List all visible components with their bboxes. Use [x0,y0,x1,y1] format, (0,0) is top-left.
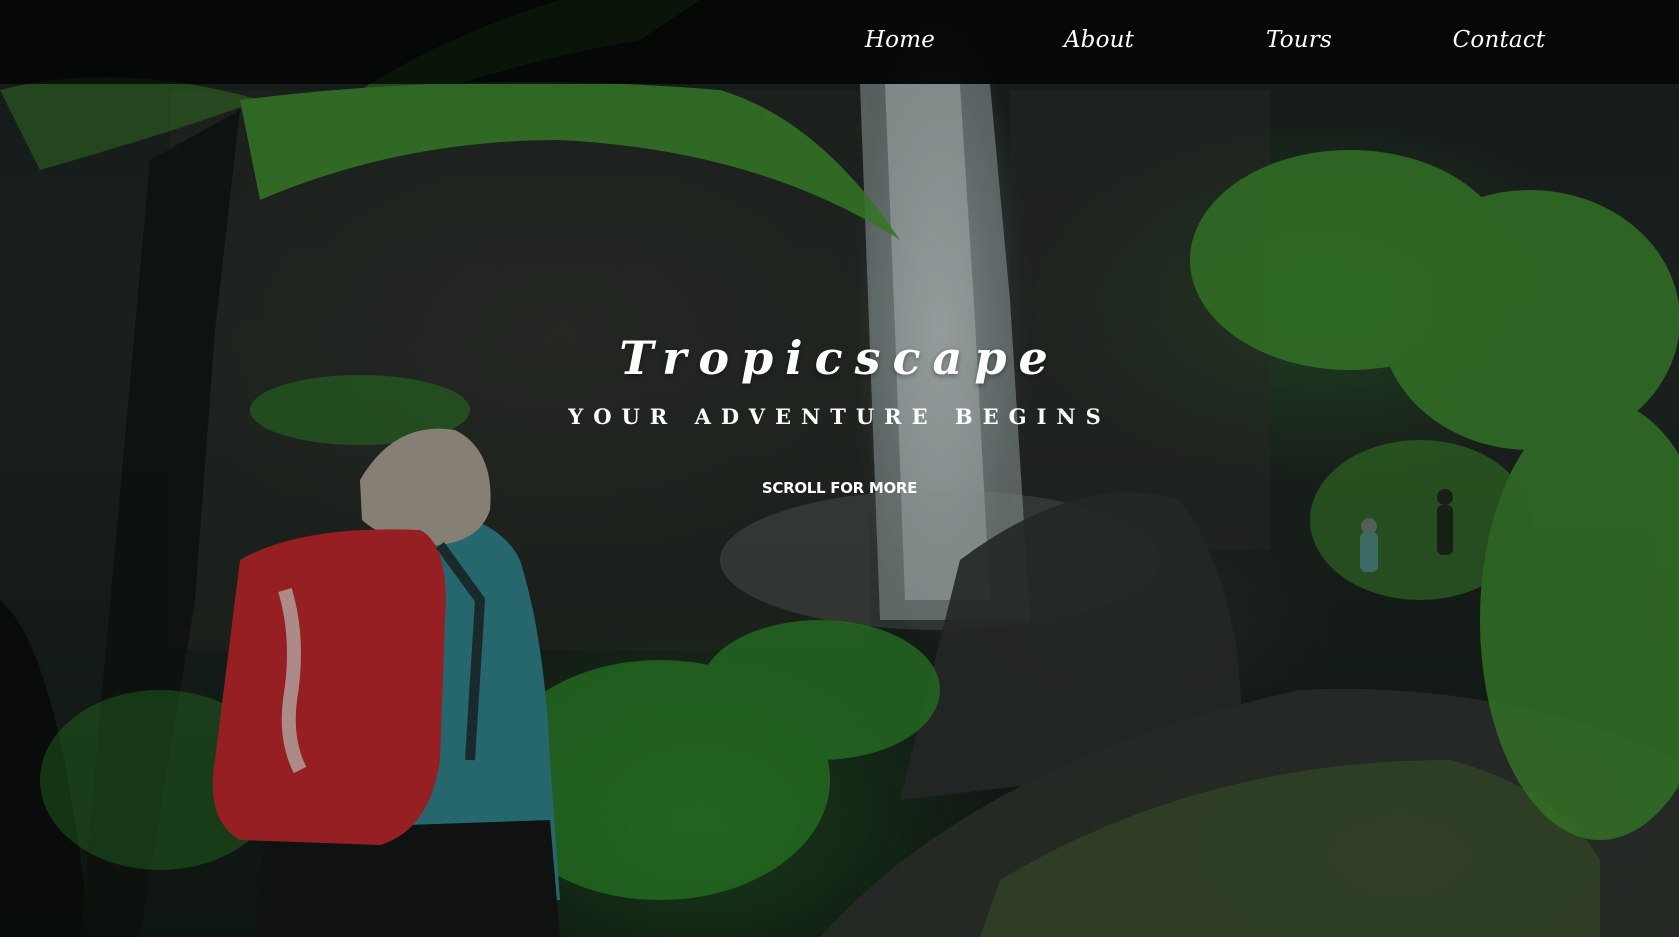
hero-section: Home About Tours Contact Tropicscape YOU… [0,0,1679,937]
top-navbar: Home About Tours Contact [0,0,1679,84]
hero-title: Tropicscape [619,331,1060,385]
scroll-for-more-link[interactable]: SCROLL FOR MORE [762,479,918,497]
nav-contact[interactable]: Contact [1419,22,1579,58]
scroll-for-more-container: SCROLL FOR MORE [0,477,1679,499]
hero-subtitle: YOUR ADVENTURE BEGINS [568,404,1111,429]
nav-home[interactable]: Home [820,22,980,58]
nav-about[interactable]: About [1019,22,1179,58]
nav-tours[interactable]: Tours [1219,22,1379,58]
darken-overlay [0,0,1679,937]
